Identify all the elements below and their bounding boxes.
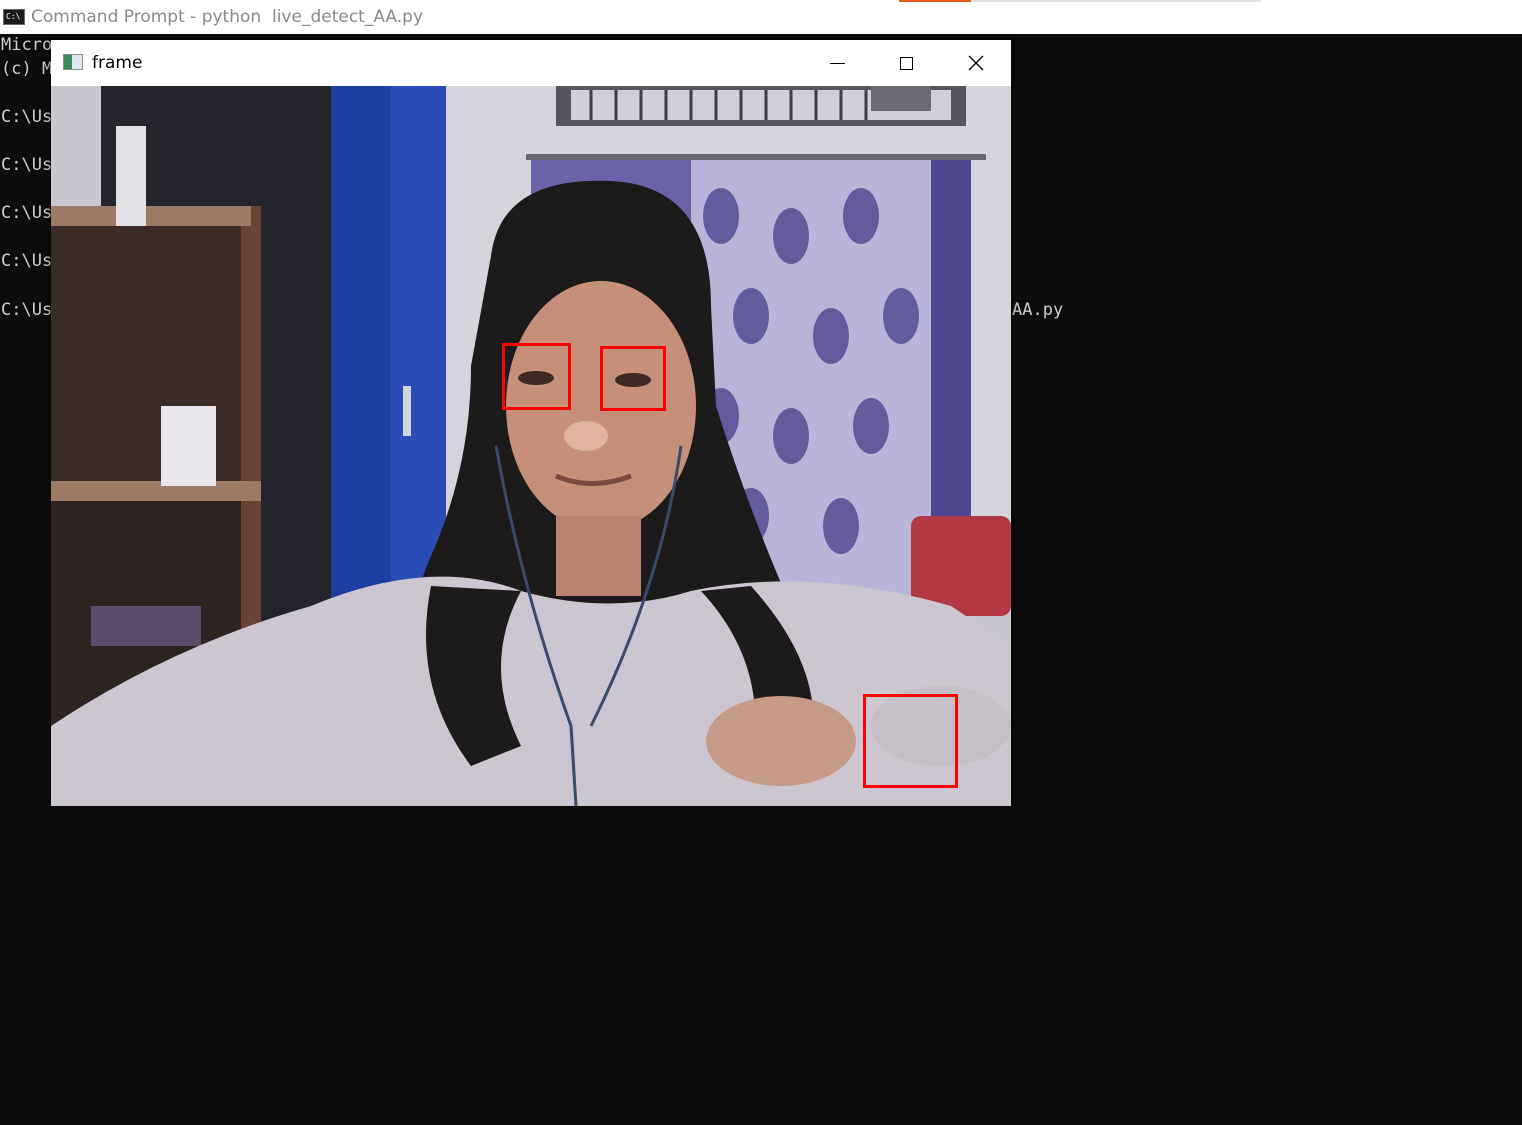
command-prompt-icon — [3, 9, 25, 25]
image-icon — [63, 54, 83, 70]
minimize-icon — [829, 62, 845, 64]
detection-box-right-eye — [600, 346, 666, 411]
frame-window[interactable]: frame — [51, 40, 1011, 806]
console-line: C:\Us — [1, 107, 53, 127]
frame-window-title: frame — [92, 53, 143, 73]
taskbar-track-bar — [971, 0, 1261, 2]
console-line: C:\Us — [1, 300, 53, 320]
close-icon — [968, 55, 984, 71]
detection-box-false-positive — [863, 694, 958, 788]
maximize-button[interactable] — [871, 40, 941, 86]
taskbar-accent-bar — [899, 0, 971, 2]
detection-box-left-eye — [502, 343, 571, 410]
frame-titlebar[interactable]: frame — [51, 40, 1011, 86]
maximize-icon — [899, 56, 913, 70]
close-button[interactable] — [941, 40, 1011, 86]
console-line: (c) M — [1, 59, 53, 79]
minimize-button[interactable] — [802, 40, 872, 86]
cmd-titlebar[interactable]: Command Prompt - python live_detect_AA.p… — [0, 0, 1522, 34]
console-line: C:\Us — [1, 251, 53, 271]
console-line: Micro — [1, 35, 53, 55]
cmd-window-title: Command Prompt - python live_detect_AA.p… — [31, 7, 424, 27]
console-line: C:\Us — [1, 155, 53, 175]
webcam-frame[interactable] — [51, 86, 1011, 806]
console-line-tail: AA.py — [1012, 300, 1064, 320]
console-line: C:\Us — [1, 203, 53, 223]
